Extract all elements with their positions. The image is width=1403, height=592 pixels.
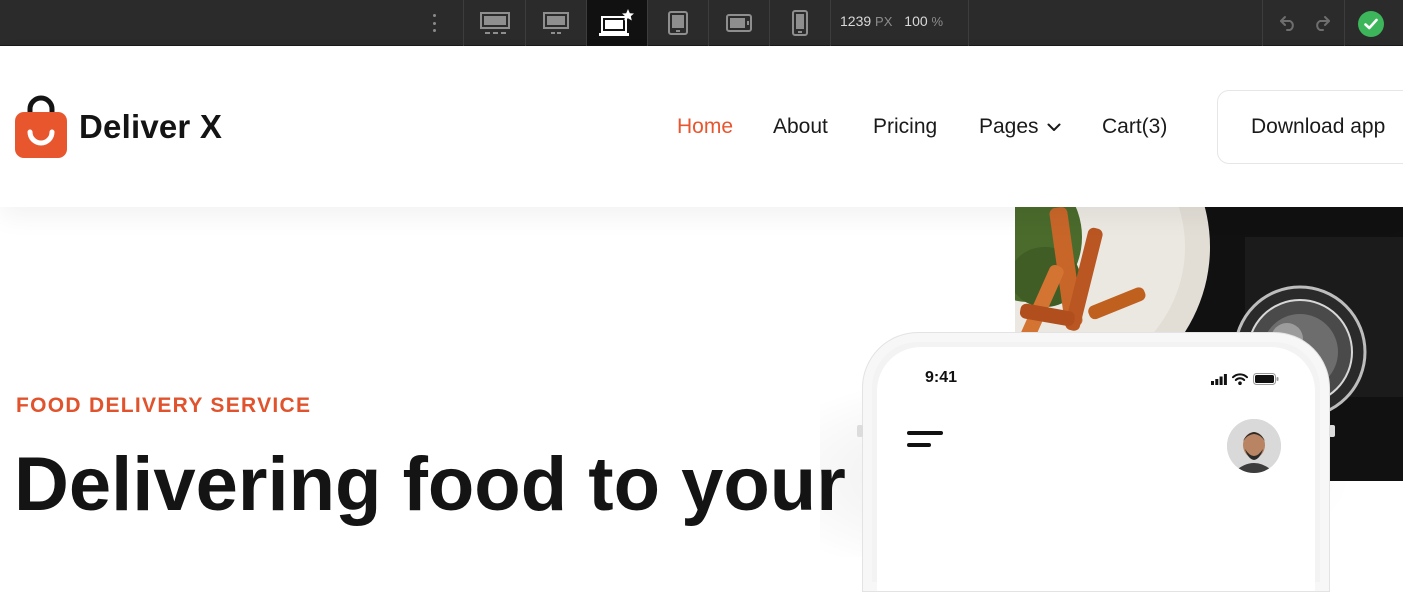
more-options-icon[interactable] xyxy=(426,12,442,34)
breakpoint-mobile-landscape[interactable] xyxy=(709,0,769,46)
toolbar-divider xyxy=(1262,0,1263,46)
download-app-button[interactable]: Download app xyxy=(1217,90,1403,164)
hero-eyebrow: FOOD DELIVERY SERVICE xyxy=(16,394,312,417)
hamburger-menu-icon[interactable] xyxy=(907,429,947,451)
nav-link-cart[interactable]: Cart(3) xyxy=(1102,115,1167,139)
redo-icon xyxy=(1316,16,1330,31)
site-navbar: Deliver X Home About Pricing Pages Cart(… xyxy=(0,47,1403,207)
phone-status-icons xyxy=(1211,373,1279,385)
nav-link-pricing[interactable]: Pricing xyxy=(873,115,937,139)
zoom-value: 100 xyxy=(904,13,928,29)
phone-side-button xyxy=(1329,425,1335,437)
mobile-portrait-icon xyxy=(792,10,808,36)
desktop-icon xyxy=(543,12,569,34)
mobile-landscape-icon xyxy=(726,14,752,32)
chevron-down-icon xyxy=(1047,123,1061,131)
hero-headline: Delivering food to your xyxy=(14,442,846,527)
brand-name[interactable]: Deliver X xyxy=(79,108,222,146)
wifi-icon xyxy=(1232,373,1248,385)
breakpoint-desktop[interactable] xyxy=(526,0,586,46)
breakpoint-desktop-xl[interactable] xyxy=(465,0,525,46)
signal-icon xyxy=(1211,373,1227,385)
nav-link-home[interactable]: Home xyxy=(677,115,733,139)
toolbar-divider xyxy=(830,0,831,46)
editor-toolbar: 1239 PX 100 % xyxy=(0,0,1403,46)
phone-screen: 9:41 xyxy=(877,347,1315,591)
width-value: 1239 xyxy=(840,13,872,29)
hero-section: FOOD DELIVERY SERVICE Delivering food to… xyxy=(0,207,1403,592)
nav-dropdown-pages[interactable]: Pages xyxy=(979,115,1061,139)
laptop-base-icon xyxy=(599,9,634,36)
undo-button[interactable] xyxy=(1277,12,1299,34)
checkmark-icon xyxy=(1364,18,1378,30)
canvas-width-readout[interactable]: 1239 PX 100 % xyxy=(840,13,943,29)
undo-icon xyxy=(1280,16,1294,31)
breakpoint-laptop-base[interactable] xyxy=(587,0,647,46)
publish-status-button[interactable] xyxy=(1358,11,1384,37)
width-unit: PX xyxy=(875,14,893,29)
redo-button[interactable] xyxy=(1311,12,1333,34)
phone-side-button xyxy=(857,425,863,437)
nav-dropdown-pages-label: Pages xyxy=(979,115,1039,138)
battery-icon xyxy=(1253,373,1279,385)
user-avatar[interactable] xyxy=(1227,419,1281,473)
breakpoint-mobile-portrait[interactable] xyxy=(770,0,830,46)
toolbar-divider xyxy=(1344,0,1345,46)
phone-mockup: 9:41 xyxy=(857,332,1335,592)
zoom-unit: % xyxy=(931,14,944,29)
nav-link-about[interactable]: About xyxy=(773,115,828,139)
breakpoint-tablet[interactable] xyxy=(648,0,708,46)
tablet-icon xyxy=(668,11,688,35)
toolbar-divider xyxy=(968,0,969,46)
desktop-xl-icon xyxy=(480,12,510,34)
brand-logo-icon[interactable] xyxy=(14,95,68,159)
toolbar-divider xyxy=(463,0,464,46)
phone-status-time: 9:41 xyxy=(925,369,958,386)
